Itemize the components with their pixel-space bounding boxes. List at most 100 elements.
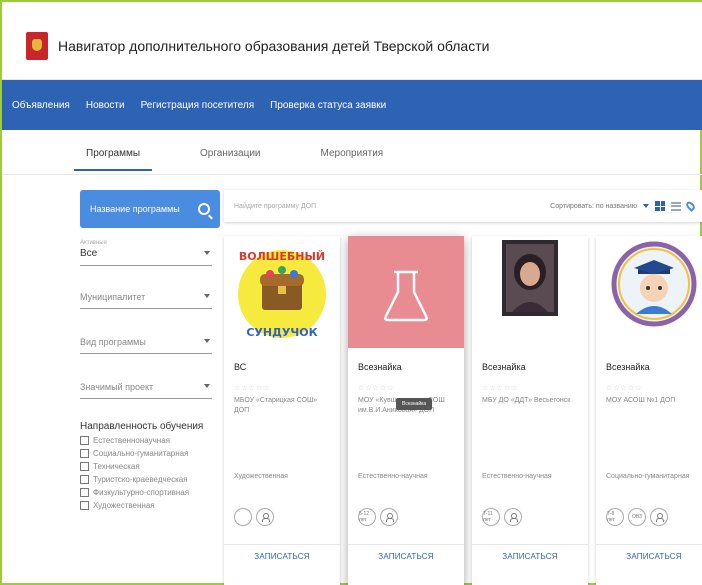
nav-news[interactable]: Новости <box>86 100 125 111</box>
card-direction: Естественно-научная <box>358 473 428 480</box>
direction-option[interactable]: Социально-гуманитарная <box>80 449 220 458</box>
sort-controls: Сортировать: по названию <box>550 199 697 213</box>
card-divider <box>224 544 340 545</box>
direction-label: Художественная <box>93 501 155 510</box>
program-image[interactable]: ВОЛШЕБНЫЙ СУНДУЧОК <box>224 236 340 348</box>
chevron-down-icon <box>204 339 210 343</box>
search-icon[interactable] <box>198 203 210 215</box>
program-image[interactable] <box>596 236 702 348</box>
tab-organizations[interactable]: Организации <box>188 142 272 169</box>
age-badge: 5-12 лет <box>358 508 376 526</box>
person-icon <box>504 508 522 526</box>
grid-view-icon[interactable] <box>655 201 665 211</box>
catalog-search-input[interactable]: Найдите программу ДОП <box>234 203 316 210</box>
program-type-select[interactable]: Вид программы <box>80 337 212 354</box>
card-direction: Социально-гуманитарная <box>606 473 690 480</box>
card-title[interactable]: ВС <box>234 362 246 372</box>
tab-programs[interactable]: Программы <box>74 142 153 171</box>
direction-label: Туристско-краеведческая <box>93 475 188 484</box>
enroll-button[interactable]: ЗАПИСАТЬСЯ <box>224 552 340 561</box>
person-icon <box>650 508 668 526</box>
active-filter-value: Все <box>80 248 98 259</box>
search-label: Название программы <box>90 204 180 214</box>
card-image-caption-top: ВОЛШЕБНЫЙ <box>239 250 325 263</box>
enroll-button[interactable]: ЗАПИСАТЬСЯ <box>596 552 702 561</box>
direction-option[interactable]: Туристско-краеведческая <box>80 475 220 484</box>
nav-application-status[interactable]: Проверка статуса заявки <box>270 100 386 111</box>
nav-announcements[interactable]: Объявления <box>12 100 70 111</box>
nav-visitor-registration[interactable]: Регистрация посетителя <box>141 100 255 111</box>
program-image[interactable] <box>472 236 588 348</box>
chevron-down-icon <box>204 384 210 388</box>
card-badges: 7-11 лет <box>482 508 522 526</box>
title-tooltip: Всезнайка <box>396 398 433 410</box>
program-card[interactable]: Всезнайка ☆☆☆☆☆ МОУ «Кувшиновская СОШ им… <box>348 236 464 585</box>
card-badges: 5-12 лет <box>358 508 398 526</box>
catalog-toolbar: Найдите программу ДОП Сортировать: по на… <box>224 190 702 222</box>
direction-option[interactable]: Физкультурно-спортивная <box>80 488 220 497</box>
site-title[interactable]: Навигатор дополнительного образования де… <box>58 38 489 54</box>
tabs-divider <box>2 174 702 175</box>
checkbox[interactable] <box>80 501 89 510</box>
direction-label: Физкультурно-спортивная <box>93 488 190 497</box>
direction-option[interactable]: Техническая <box>80 462 220 471</box>
card-organization: МОУ АСОШ №1 ДОП <box>606 397 676 404</box>
direction-option[interactable]: Художественная <box>80 501 220 510</box>
card-title[interactable]: Всезнайка <box>606 362 650 372</box>
list-view-icon[interactable] <box>671 201 681 211</box>
direction-label: Естественнонаучная <box>93 436 170 445</box>
disability-badge: ОВЗ <box>628 508 646 526</box>
significant-project-select[interactable]: Значимый проект <box>80 382 212 399</box>
site-header: Навигатор дополнительного образования де… <box>2 2 702 80</box>
active-filter-select[interactable]: Активные Все <box>80 240 212 266</box>
card-organization: МБОУ «Старицкая СОШ» ДОП <box>234 397 318 414</box>
active-filter-label: Активные <box>80 240 107 246</box>
direction-label: Техническая <box>93 462 140 471</box>
program-card[interactable]: Всезнайка ☆☆☆☆☆ МБУ ДО «ДДТ» Весьегонск … <box>472 236 588 585</box>
enroll-button[interactable]: ЗАПИСАТЬСЯ <box>348 552 464 561</box>
main-navbar: Объявления Новости Регистрация посетител… <box>2 80 702 130</box>
card-divider <box>348 544 464 545</box>
person-icon <box>256 508 274 526</box>
sort-select[interactable]: Сортировать: по названию <box>550 203 637 210</box>
municipality-label: Муниципалитет <box>80 292 146 302</box>
checkbox[interactable] <box>80 488 89 497</box>
checkbox[interactable] <box>80 475 89 484</box>
program-name-search[interactable]: Название программы <box>80 190 220 228</box>
card-organization: МБУ ДО «ДДТ» Весьегонск <box>482 397 571 404</box>
card-divider <box>472 544 588 545</box>
map-view-icon[interactable] <box>684 199 697 213</box>
card-badges <box>234 508 274 526</box>
program-image[interactable] <box>348 236 464 348</box>
page-frame: Навигатор дополнительного образования де… <box>0 0 702 585</box>
program-card[interactable]: Всезнайка ☆☆☆☆☆ МОУ АСОШ №1 ДОП Социальн… <box>596 236 702 585</box>
chevron-down-icon <box>204 251 210 255</box>
rating-stars: ☆☆☆☆☆ <box>358 385 395 392</box>
card-direction: Естественно-научная <box>482 473 552 480</box>
filters-sidebar: Название программы Активные Все Муниципа… <box>80 190 220 510</box>
card-title[interactable]: Всезнайка <box>482 362 526 372</box>
catalog-tabs: Программы Организации Мероприятия <box>74 142 395 174</box>
direction-label: Социально-гуманитарная <box>93 449 189 458</box>
chevron-down-icon[interactable] <box>643 204 649 208</box>
municipality-select[interactable]: Муниципалитет <box>80 292 212 309</box>
rating-stars: ☆☆☆☆☆ <box>234 385 271 392</box>
tab-events[interactable]: Мероприятия <box>309 142 396 169</box>
significant-project-label: Значимый проект <box>80 382 154 392</box>
card-divider <box>596 544 702 545</box>
rating-stars: ☆☆☆☆☆ <box>606 385 643 392</box>
person-icon <box>380 508 398 526</box>
card-image-caption-bottom: СУНДУЧОК <box>246 326 317 339</box>
enroll-button[interactable]: ЗАПИСАТЬСЯ <box>472 552 588 561</box>
age-badge: 7-11 лет <box>482 508 500 526</box>
card-title[interactable]: Всезнайка <box>358 362 402 372</box>
checkbox[interactable] <box>80 436 89 445</box>
region-emblem-logo[interactable] <box>26 32 48 60</box>
checkbox[interactable] <box>80 449 89 458</box>
directions-title: Направленность обучения <box>80 421 204 432</box>
rating-stars: ☆☆☆☆☆ <box>482 385 519 392</box>
direction-option[interactable]: Естественнонаучная <box>80 436 220 445</box>
age-badge <box>234 508 252 526</box>
program-card[interactable]: ВОЛШЕБНЫЙ СУНДУЧОК ВС ☆☆☆☆☆ МБОУ «Стариц… <box>224 236 340 585</box>
checkbox[interactable] <box>80 462 89 471</box>
